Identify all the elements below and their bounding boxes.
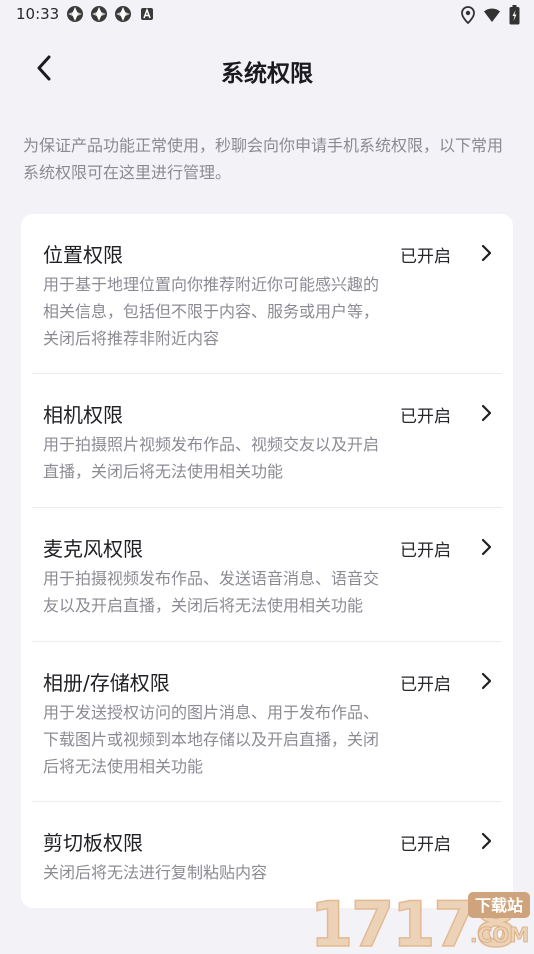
permission-item-location[interactable]: 位置权限 已开启 用于基于地理位置向你推荐附近你可能感兴趣的 相关信息，包括但不… bbox=[21, 214, 513, 374]
permission-title: 麦克风权限 bbox=[43, 537, 143, 561]
location-icon bbox=[461, 6, 475, 28]
permission-title: 剪切板权限 bbox=[43, 831, 143, 855]
permission-description: 用于基于地理位置向你推荐附近你可能感兴趣的 相关信息，包括但不限于内容、服务或用… bbox=[43, 271, 433, 352]
permission-item-camera[interactable]: 相机权限 已开启 用于拍摄照片视频发布作品、视频交友以及开启 直播，关闭后将无法… bbox=[21, 374, 513, 507]
description-line: 用于拍摄照片视频发布作品、视频交友以及开启 bbox=[43, 435, 380, 454]
status-notification-icons bbox=[66, 5, 156, 23]
page-title: 系统权限 bbox=[221, 61, 313, 87]
chevron-right-icon bbox=[479, 404, 493, 422]
intro-text: 为保证产品功能正常使用，秒聊会向你申请手机系统权限，以下常用系统权限可在这里进行… bbox=[23, 136, 504, 182]
permission-title: 相册/存储权限 bbox=[43, 671, 170, 695]
chevron-right-icon bbox=[479, 672, 493, 690]
battery-icon bbox=[509, 5, 520, 29]
description-line: 友以及开启直播，关闭后将无法使用相关功能 bbox=[43, 596, 364, 615]
description-line: 下载图片或视频到本地存储以及开启直播，关闭 bbox=[43, 730, 380, 749]
description-line: 相关信息，包括但不限于内容、服务或用户等， bbox=[43, 302, 380, 321]
permission-title: 位置权限 bbox=[43, 243, 123, 267]
app-icon bbox=[90, 5, 108, 23]
permission-status: 已开启 bbox=[400, 407, 451, 427]
wifi-icon bbox=[483, 7, 501, 27]
watermark-logo: 17178 下载站 .COM bbox=[306, 882, 534, 954]
svg-text:.COM: .COM bbox=[470, 923, 529, 947]
description-line: 后将无法使用相关功能 bbox=[43, 757, 204, 776]
permission-status: 已开启 bbox=[400, 675, 451, 695]
chevron-right-icon bbox=[479, 832, 493, 850]
permission-status: 已开启 bbox=[400, 541, 451, 561]
permissions-card: 位置权限 已开启 用于基于地理位置向你推荐附近你可能感兴趣的 相关信息，包括但不… bbox=[21, 214, 513, 908]
permission-item-microphone[interactable]: 麦克风权限 已开启 用于拍摄视频发布作品、发送语音消息、语音交 友以及开启直播，… bbox=[21, 508, 513, 641]
app-icon bbox=[114, 5, 132, 23]
permission-item-storage[interactable]: 相册/存储权限 已开启 用于发送授权访问的图片消息、用于发布作品、 下载图片或视… bbox=[21, 642, 513, 801]
description-line: 关闭后将推荐非附近内容 bbox=[43, 329, 220, 348]
permission-status: 已开启 bbox=[400, 835, 451, 855]
permission-title: 相机权限 bbox=[43, 403, 123, 427]
chevron-right-icon bbox=[479, 244, 493, 262]
description-line: 用于拍摄视频发布作品、发送语音消息、语音交 bbox=[43, 569, 380, 588]
permission-description: 用于拍摄照片视频发布作品、视频交友以及开启 直播，关闭后将无法使用相关功能 bbox=[43, 431, 433, 485]
permission-description: 用于拍摄视频发布作品、发送语音消息、语音交 友以及开启直播，关闭后将无法使用相关… bbox=[43, 565, 433, 619]
description-line: 直播，关闭后将无法使用相关功能 bbox=[43, 462, 284, 481]
permission-status: 已开启 bbox=[400, 247, 451, 267]
a-letter-icon bbox=[138, 5, 156, 23]
status-time: 10:33 bbox=[16, 5, 60, 23]
chevron-right-icon bbox=[479, 538, 493, 556]
header: 系统权限 bbox=[0, 40, 534, 100]
status-bar: 10:33 bbox=[0, 0, 534, 28]
description-line: 用于发送授权访问的图片消息、用于发布作品、 bbox=[43, 703, 380, 722]
status-system-icons bbox=[461, 5, 520, 29]
permission-description: 用于发送授权访问的图片消息、用于发布作品、 下载图片或视频到本地存储以及开启直播… bbox=[43, 699, 433, 780]
svg-text:下载站: 下载站 bbox=[475, 896, 523, 915]
app-icon bbox=[66, 5, 84, 23]
description-line: 用于基于地理位置向你推荐附近你可能感兴趣的 bbox=[43, 275, 380, 294]
